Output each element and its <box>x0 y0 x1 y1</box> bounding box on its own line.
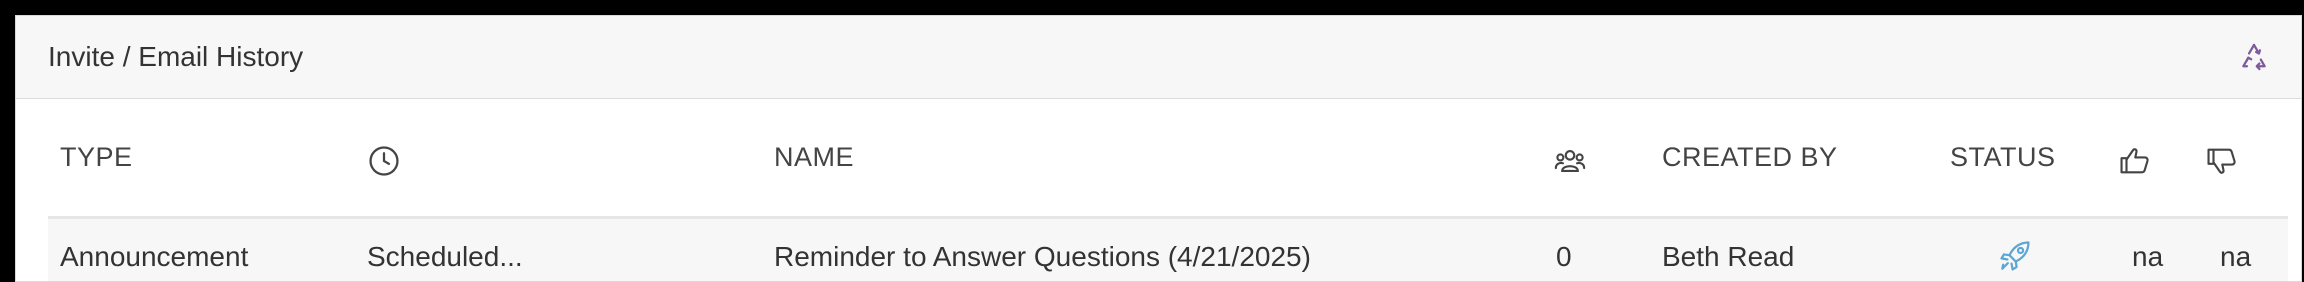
column-header-type[interactable]: TYPE <box>60 98 133 216</box>
cell-dislikes: na <box>2220 241 2252 272</box>
thumbs-down-icon[interactable] <box>2205 144 2239 178</box>
table-header-row: TYPE NAME CREATED BY STATUS <box>48 98 2288 219</box>
cell-likes: na <box>2132 241 2164 272</box>
people-icon[interactable] <box>1553 144 1587 178</box>
rocket-icon[interactable] <box>1996 237 2034 275</box>
cell-type: Announcement <box>60 241 249 272</box>
column-header-name[interactable]: NAME <box>774 98 854 216</box>
column-header-status[interactable]: STATUS <box>1950 98 2056 216</box>
email-history-table: TYPE NAME CREATED BY STATUS Announcement… <box>48 98 2288 281</box>
clock-icon[interactable] <box>367 144 401 178</box>
panel-header: Invite / Email History <box>16 16 2301 99</box>
cell-name[interactable]: Reminder to Answer Questions (4/21/2025) <box>774 219 1311 281</box>
recycle-icon[interactable] <box>2237 40 2271 74</box>
column-header-created-by[interactable]: CREATED BY <box>1662 98 1838 216</box>
invite-email-history-panel: Invite / Email History TYPE NAME CREATED… <box>15 15 2302 282</box>
cell-recipients: 0 <box>1556 241 1572 272</box>
cell-created-by: Beth Read <box>1662 241 1795 272</box>
cell-scheduled: Scheduled... <box>367 241 523 272</box>
panel-title: Invite / Email History <box>48 41 304 72</box>
thumbs-up-icon[interactable] <box>2118 144 2152 178</box>
table-row[interactable]: Announcement Scheduled... Reminder to An… <box>48 219 2288 281</box>
